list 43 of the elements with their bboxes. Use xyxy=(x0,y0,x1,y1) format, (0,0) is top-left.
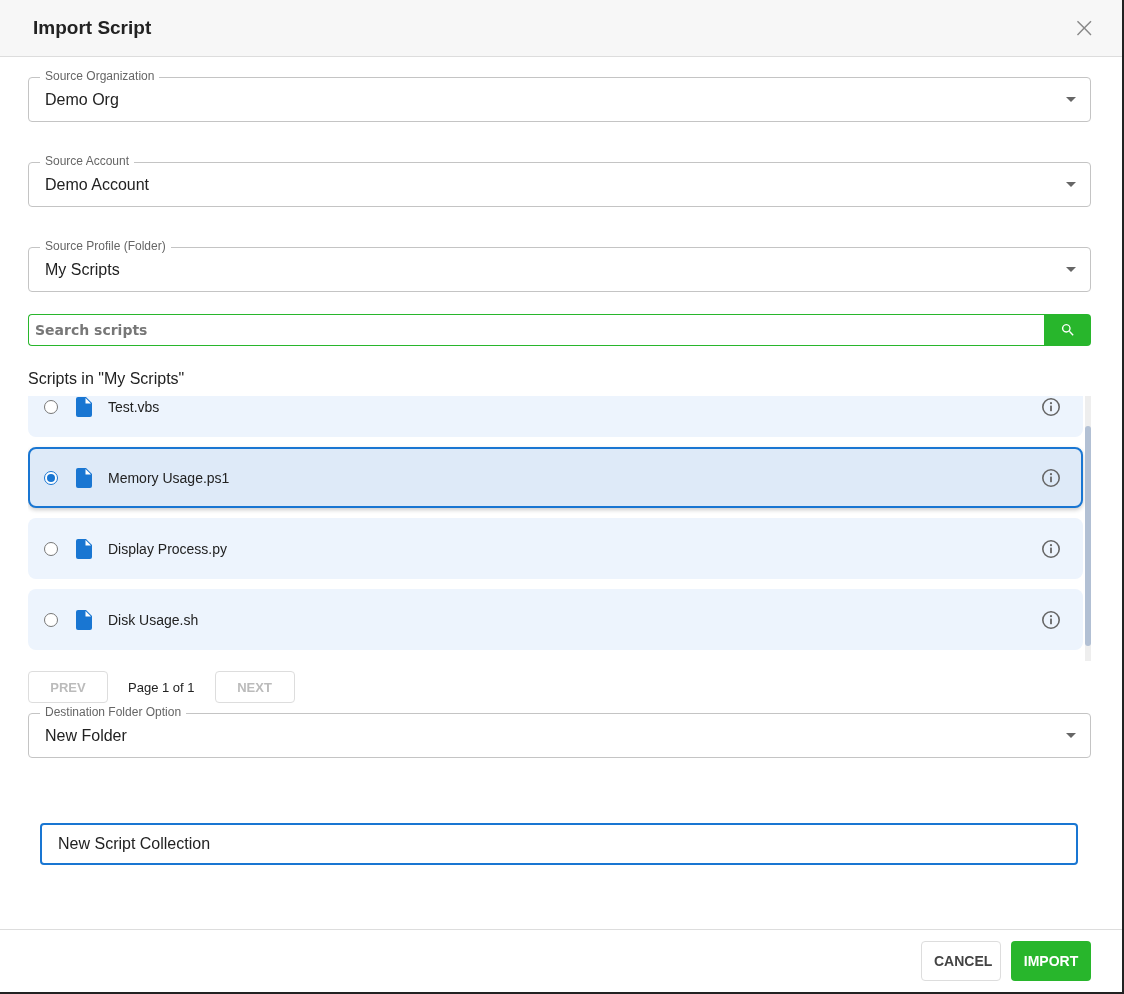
radio-button[interactable] xyxy=(44,399,58,414)
info-icon[interactable] xyxy=(1041,609,1061,630)
folder-name-field[interactable]: New Script Collection xyxy=(40,823,1078,865)
script-name: Memory Usage.ps1 xyxy=(108,469,231,486)
scrollbar-thumb[interactable] xyxy=(1085,426,1091,646)
file-icon xyxy=(76,609,92,630)
select-field[interactable]: Source Account Demo Account xyxy=(28,153,1091,207)
script-name: Test.vbs xyxy=(108,398,161,415)
select-value: New Folder xyxy=(45,726,128,745)
list-heading: Scripts in "My Scripts" xyxy=(28,370,186,388)
script-row[interactable]: Memory Usage.ps1 xyxy=(28,447,1083,508)
select-value: Demo Account xyxy=(45,175,151,194)
field-label: Source Profile (Folder) xyxy=(40,238,171,254)
script-name: Disk Usage.sh xyxy=(108,611,200,628)
script-name: Display Process.py xyxy=(108,540,229,557)
radio-button[interactable] xyxy=(44,541,58,556)
search-icon xyxy=(1059,322,1076,338)
select-value: My Scripts xyxy=(45,260,121,279)
caret-icon xyxy=(1066,97,1076,102)
info-icon[interactable] xyxy=(1041,467,1061,488)
search-field[interactable]: Search scripts xyxy=(28,314,1044,346)
caret-icon xyxy=(1066,733,1076,738)
dialog-title: Import Script xyxy=(33,17,152,39)
select-value: Demo Org xyxy=(45,90,120,109)
info-icon[interactable] xyxy=(1041,538,1061,559)
select-field[interactable]: Source Profile (Folder) My Scripts xyxy=(28,238,1091,292)
cancel-button[interactable]: CANCEL xyxy=(921,941,1001,981)
radio-button[interactable] xyxy=(44,470,58,485)
file-icon xyxy=(76,396,92,417)
field-label: Destination Folder Option xyxy=(40,704,187,720)
field-label: Source Organization xyxy=(40,68,160,84)
info-icon[interactable] xyxy=(1041,396,1061,417)
script-row[interactable]: Disk Usage.sh xyxy=(28,589,1083,650)
file-icon xyxy=(76,538,92,559)
script-row[interactable]: Display Process.py xyxy=(28,518,1083,579)
script-row[interactable]: Test.vbs xyxy=(28,396,1083,437)
page-indicator: Page 1 of 1 xyxy=(128,679,195,695)
caret-icon xyxy=(1066,267,1076,272)
select-field[interactable]: Destination Folder Option New Folder xyxy=(28,704,1091,758)
file-icon xyxy=(76,467,92,488)
caret-icon xyxy=(1066,182,1076,187)
select-field[interactable]: Source Organization Demo Org xyxy=(28,68,1091,122)
radio-button[interactable] xyxy=(44,612,58,627)
